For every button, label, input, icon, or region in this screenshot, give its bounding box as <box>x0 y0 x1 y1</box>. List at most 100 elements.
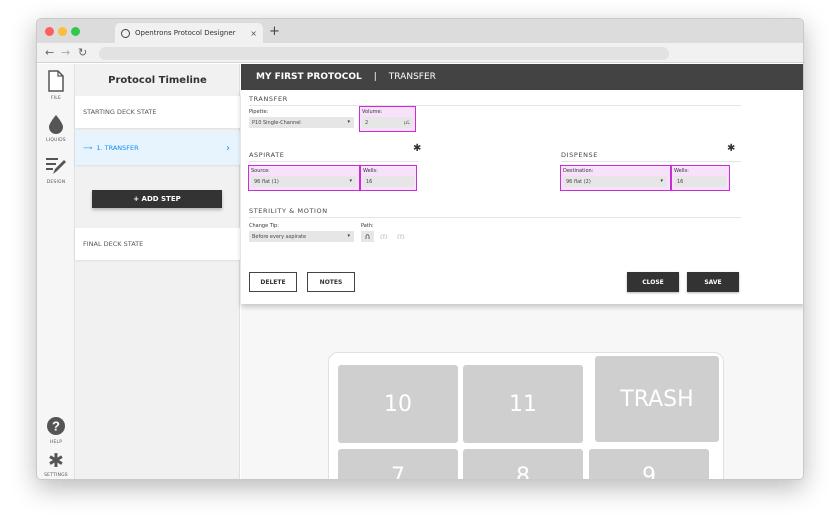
new-tab-button[interactable]: + <box>269 24 280 39</box>
close-button[interactable]: CLOSE <box>627 272 679 292</box>
save-button[interactable]: SAVE <box>687 272 739 292</box>
change-tip-value: Before every aspirate <box>252 233 307 240</box>
destination-value: 96 flat (2) <box>566 178 591 185</box>
svg-text:?: ? <box>52 419 60 434</box>
aspirate-settings-gear-icon[interactable]: ✱ <box>413 143 421 154</box>
opentrons-favicon-icon <box>121 28 130 38</box>
step-type-title: TRANSFER <box>388 72 436 82</box>
timeline-title: Protocol Timeline <box>108 75 207 86</box>
file-icon <box>48 70 64 92</box>
maximize-window-button[interactable] <box>71 27 80 36</box>
destination-label: Destination: <box>563 168 594 174</box>
forward-arrow-icon[interactable]: → <box>61 46 70 59</box>
nav-help[interactable]: ? HELP <box>37 416 75 445</box>
step-edit-form: TRANSFER Pipette: P10 Single-Channel ▾ V… <box>241 90 803 304</box>
nav-design-label: DESIGN <box>46 180 66 185</box>
pipette-value: P10 Single-Channel <box>252 119 301 126</box>
address-bar[interactable] <box>99 47 669 60</box>
volume-label: Volume: <box>362 109 383 115</box>
deck-slot-7[interactable]: 7 <box>338 449 458 479</box>
dispense-settings-gear-icon[interactable]: ✱ <box>727 143 735 154</box>
chevron-down-icon: ▾ <box>349 178 352 184</box>
volume-input[interactable]: 2 μL <box>362 117 413 128</box>
step-transfer-item[interactable]: ⟶ 1. TRANSFER › <box>75 131 240 165</box>
starting-deck-state-item[interactable]: STARTING DECK STATE <box>75 96 240 128</box>
minimize-window-button[interactable] <box>58 27 67 36</box>
change-tip-label: Change Tip: <box>249 223 279 229</box>
final-deck-state-item[interactable]: FINAL DECK STATE <box>75 228 240 260</box>
path-multi-aspirate-icon: ന <box>379 231 388 241</box>
section-divider <box>249 105 741 106</box>
chevron-down-icon: ▾ <box>660 178 663 184</box>
back-arrow-icon[interactable]: ← <box>45 46 54 59</box>
source-value: 96 flat (1) <box>254 178 279 185</box>
destination-wells-divider <box>670 165 672 191</box>
source-wells-value: 16 <box>366 178 373 185</box>
source-label: Source: <box>251 168 270 174</box>
step-transfer-label: 1. TRANSFER <box>96 144 139 152</box>
title-separator: | <box>373 72 377 82</box>
nav-liquids[interactable]: LIQUIDS <box>37 114 75 143</box>
aspirate-section-title: ASPIRATE <box>249 151 285 159</box>
pipette-label: Pipette: <box>249 109 269 115</box>
path-multi-dispense-button[interactable]: ന <box>394 231 407 242</box>
add-step-button[interactable]: + ADD STEP <box>92 190 222 208</box>
trash-slot[interactable]: TRASH <box>595 356 719 442</box>
main-content: MY FIRST PROTOCOL | TRANSFER TRANSFER Pi… <box>241 64 803 479</box>
nav-file[interactable]: FILE <box>37 70 75 101</box>
chevron-right-icon: › <box>226 142 230 154</box>
aspirate-divider <box>249 161 419 162</box>
nav-file-label: FILE <box>50 96 62 101</box>
source-wells-input[interactable]: 16 <box>363 176 414 187</box>
path-multi-aspirate-button[interactable]: ന <box>377 231 390 242</box>
browser-tab[interactable]: Opentrons Protocol Designer × <box>115 23 263 43</box>
protocol-name: MY FIRST PROTOCOL <box>256 72 362 82</box>
deck-slot-9[interactable]: 9 <box>589 449 709 479</box>
browser-nav-bar: ← → ↻ <box>37 43 803 63</box>
path-single-icon: ∩ <box>364 232 371 241</box>
destination-labware-select[interactable]: 96 flat (2) ▾ <box>563 176 667 187</box>
protocol-title-bar: MY FIRST PROTOCOL | TRANSFER <box>241 64 803 90</box>
pipette-select[interactable]: P10 Single-Channel ▾ <box>249 117 354 128</box>
destination-wells-input[interactable]: 16 <box>674 176 726 187</box>
source-wells-label: Wells: <box>363 168 378 174</box>
tab-close-icon[interactable]: × <box>250 29 257 38</box>
dest-wells-label: Wells: <box>674 168 689 174</box>
sterility-divider <box>249 217 741 218</box>
transfer-section-title: TRANSFER <box>249 95 288 103</box>
reload-icon[interactable]: ↻ <box>78 46 87 59</box>
sterility-section-title: STERILITY & MOTION <box>249 207 328 215</box>
source-wells-divider <box>359 165 361 191</box>
dispense-divider <box>561 161 741 162</box>
browser-tab-bar: Opentrons Protocol Designer × + <box>37 19 803 43</box>
settings-gear-icon: ✱ <box>48 450 64 472</box>
delete-button[interactable]: DELETE <box>249 272 297 292</box>
nav-settings[interactable]: ✱ SETTINGS <box>37 450 75 479</box>
volume-unit: μL <box>404 119 410 126</box>
left-navbar: FILE LIQUIDS DESIGN ? HELP ✱ SETTINGS <box>37 64 75 479</box>
notes-button[interactable]: NOTES <box>307 272 355 292</box>
deck-slot-11[interactable]: 11 <box>463 365 583 443</box>
path-single-button[interactable]: ∩ <box>361 231 374 242</box>
chevron-down-icon: ▾ <box>347 233 350 239</box>
path-multi-dispense-icon: ന <box>396 231 405 241</box>
protocol-timeline-panel: Protocol Timeline STARTING DECK STATE ⟶ … <box>75 64 240 479</box>
nav-help-label: HELP <box>49 440 63 445</box>
help-question-icon: ? <box>47 417 65 435</box>
deck-slot-8[interactable]: 8 <box>463 449 583 479</box>
design-pencil-icon <box>46 158 66 174</box>
final-deck-state-label: FINAL DECK STATE <box>83 240 144 248</box>
deck-slot-10[interactable]: 10 <box>338 365 458 443</box>
tab-title: Opentrons Protocol Designer <box>135 29 236 37</box>
nav-settings-label: SETTINGS <box>44 473 68 478</box>
dispense-section-title: DISPENSE <box>561 151 598 159</box>
volume-value: 2 <box>365 119 369 126</box>
browser-window: Opentrons Protocol Designer × + ← → ↻ FI… <box>36 18 804 480</box>
nav-design[interactable]: DESIGN <box>37 156 75 185</box>
step-arrow-icon: ⟶ <box>83 144 93 152</box>
change-tip-select[interactable]: Before every aspirate ▾ <box>249 231 354 242</box>
chevron-down-icon: ▾ <box>347 119 350 125</box>
source-labware-select[interactable]: 96 flat (1) ▾ <box>251 176 356 187</box>
dest-wells-value: 16 <box>677 178 684 185</box>
close-window-button[interactable] <box>45 27 54 36</box>
